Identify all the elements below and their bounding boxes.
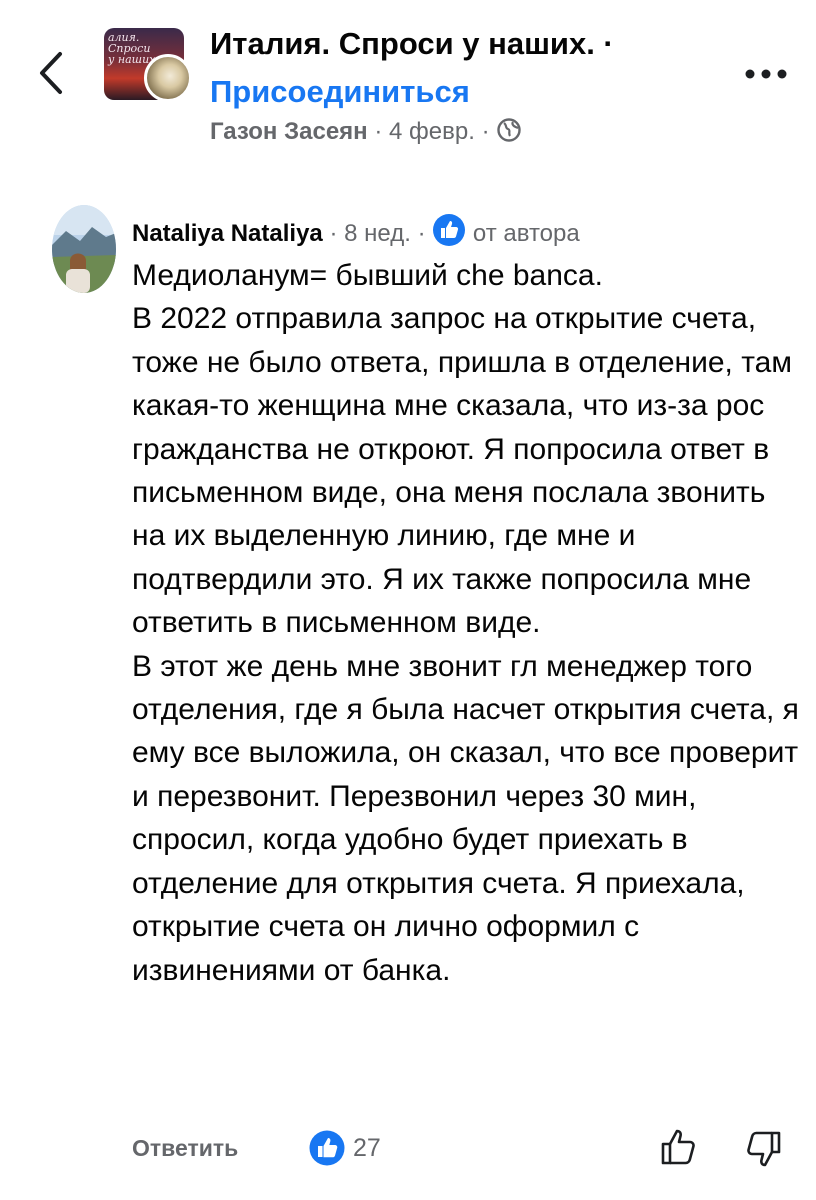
comment-body: Медиоланум= бывший che banca. В 2022 отп… bbox=[132, 254, 802, 992]
globe-icon bbox=[496, 117, 522, 143]
comment-header: Nataliya Nataliya · 8 нед. · от автора bbox=[132, 213, 580, 248]
separator-dot: · bbox=[417, 220, 426, 247]
separator-dot: · bbox=[329, 220, 338, 247]
author-avatar bbox=[144, 54, 192, 102]
separator-dot: · bbox=[481, 118, 490, 145]
group-title[interactable]: Италия. Спроси у наших. · bbox=[210, 26, 614, 62]
comment-actions: Ответить 27 bbox=[0, 1125, 816, 1175]
post-header: алия. Спроси у наших Италия. Спроси у на… bbox=[0, 0, 816, 175]
reaction-count[interactable]: 27 bbox=[353, 1134, 381, 1163]
upvote-button[interactable] bbox=[660, 1127, 698, 1167]
post-date[interactable]: 4 февр. bbox=[389, 118, 475, 145]
like-reaction-icon[interactable] bbox=[308, 1129, 346, 1167]
comment-time: 8 нед. bbox=[344, 220, 411, 247]
group-image-text-line: алия. Спроси bbox=[108, 31, 151, 55]
like-badge-icon bbox=[432, 213, 466, 247]
join-button[interactable]: Присоединиться bbox=[210, 74, 470, 110]
comment-paragraph: Медиоланум= бывший che banca. bbox=[132, 259, 603, 292]
separator-dot: · bbox=[374, 118, 383, 145]
commenter-avatar[interactable] bbox=[52, 205, 116, 293]
back-button[interactable] bbox=[30, 48, 74, 98]
comment-paragraph: В 2022 отправила запрос на открытие счет… bbox=[132, 302, 792, 640]
thumbs-up-outline-icon bbox=[661, 1129, 695, 1165]
thumbs-down-outline-icon bbox=[747, 1131, 781, 1167]
more-options-button[interactable] bbox=[744, 66, 788, 82]
author-badge-label: от автора bbox=[472, 220, 580, 247]
reply-button[interactable]: Ответить bbox=[132, 1135, 238, 1162]
comment-paragraph: В этот же день мне звонит гл менеджер то… bbox=[132, 649, 799, 987]
downvote-button[interactable] bbox=[744, 1129, 782, 1169]
group-thumbnail[interactable]: алия. Спроси у наших bbox=[104, 28, 192, 102]
more-dots-icon bbox=[745, 69, 787, 79]
post-meta: Газон Засеян · 4 февр. · bbox=[210, 117, 522, 146]
post-author[interactable]: Газон Засеян bbox=[210, 118, 368, 145]
chevron-left-icon bbox=[40, 52, 62, 94]
commenter-name[interactable]: Nataliya Nataliya bbox=[132, 220, 323, 247]
